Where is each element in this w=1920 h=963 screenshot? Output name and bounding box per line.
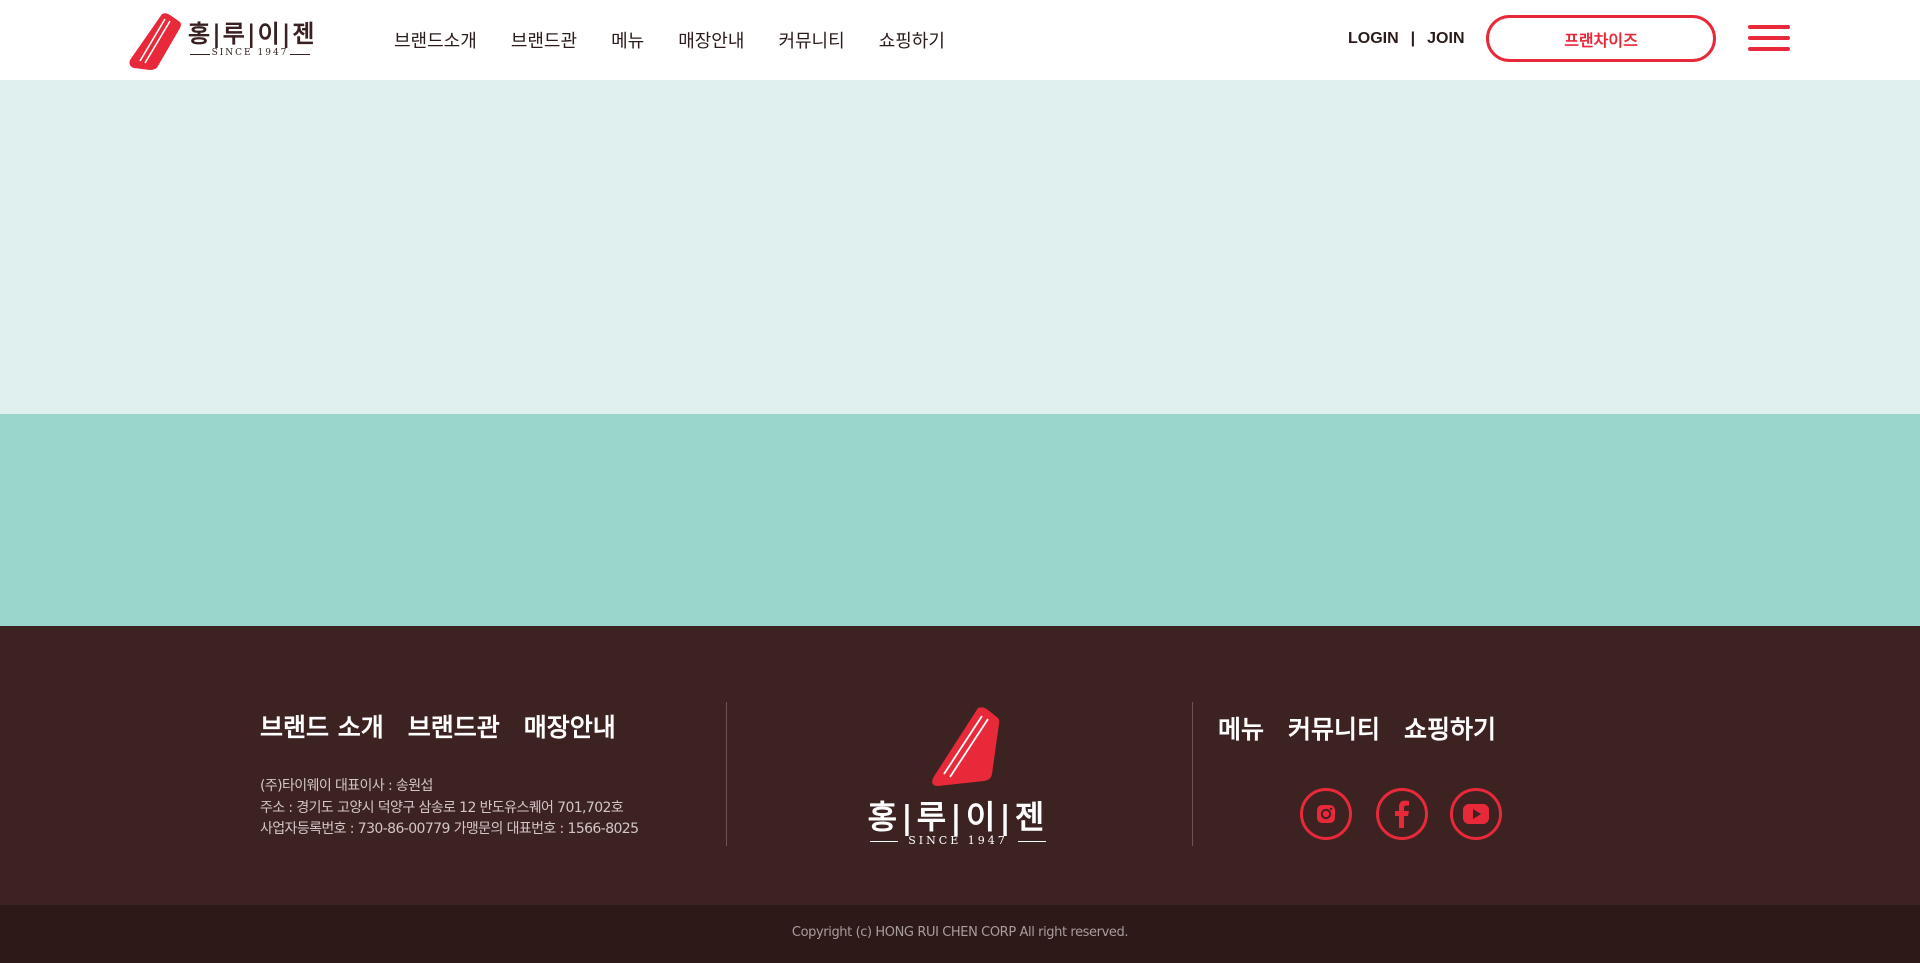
auth-links: LOGIN | JOIN <box>1348 0 1465 78</box>
login-link[interactable]: LOGIN <box>1348 30 1399 48</box>
nav-item-brand-hall[interactable]: 브랜드관 <box>511 27 577 53</box>
instagram-icon[interactable] <box>1300 788 1352 840</box>
brand-logo[interactable]: 홍|루|이|젠 SINCE 1947 <box>128 12 315 70</box>
nav-item-stores[interactable]: 매장안내 <box>678 27 744 53</box>
facebook-icon[interactable] <box>1376 788 1428 840</box>
sandwich-logo-icon <box>129 13 181 70</box>
hamburger-icon[interactable] <box>1748 25 1790 53</box>
join-link[interactable]: JOIN <box>1427 30 1464 48</box>
sandwich-logo-icon <box>932 707 1000 786</box>
company-info: (주)타이웨이 대표이사 : 송원섭 주소 : 경기도 고양시 덕양구 삼송로 … <box>260 776 639 841</box>
nav-item-brand-intro[interactable]: 브랜드소개 <box>394 27 477 53</box>
company-info-address: 주소 : 경기도 고양시 덕양구 삼송로 12 반도유스퀘어 701,702호 <box>260 799 624 816</box>
footer-logo-text: 홍|루|이|젠 <box>867 798 1049 836</box>
brand-logo-since: SINCE 1947 <box>190 48 310 58</box>
nav-item-menu[interactable]: 메뉴 <box>611 27 644 53</box>
company-info-registration: 사업자등록번호 : 730-86-00779 가맹문의 대표번호 : 1566-… <box>260 821 639 837</box>
nav-item-community[interactable]: 커뮤니티 <box>778 27 844 53</box>
footer-link-shopping[interactable]: 쇼핑하기 <box>1404 710 1496 746</box>
footer-link-brand-intro[interactable]: 브랜드 소개 <box>260 708 384 744</box>
franchise-button[interactable]: 프랜차이즈 <box>1486 15 1716 62</box>
footer-logo: 홍|루|이|젠 SINCE 1947 <box>866 706 1050 856</box>
company-info-ceo: (주)타이웨이 대표이사 : 송원섭 <box>260 778 433 794</box>
footer-link-stores[interactable]: 매장안내 <box>524 708 616 744</box>
site-header: 홍|루|이|젠 SINCE 1947 브랜드소개 브랜드관 메뉴 매장안내 커뮤… <box>0 0 1920 80</box>
footer-link-community[interactable]: 커뮤니티 <box>1288 710 1380 746</box>
footer-links-right: 메뉴 커뮤니티 쇼핑하기 <box>1218 710 1520 746</box>
footer-divider-right <box>1192 702 1193 846</box>
footer-link-menu[interactable]: 메뉴 <box>1218 710 1264 746</box>
copyright-bar: Copyright (c) HONG RUI CHEN CORP All rig… <box>0 905 1920 963</box>
footer-logo-since: SINCE 1947 <box>870 834 1046 847</box>
copyright-text: Copyright (c) HONG RUI CHEN CORP All rig… <box>791 925 1129 940</box>
main-nav: 브랜드소개 브랜드관 메뉴 매장안내 커뮤니티 쇼핑하기 <box>394 0 979 80</box>
brand-logo-text: 홍|루|이|젠 <box>188 19 317 48</box>
auth-separator: | <box>1410 30 1416 47</box>
nav-item-shopping[interactable]: 쇼핑하기 <box>879 27 945 53</box>
content-band-light <box>0 80 1920 414</box>
footer-divider-left <box>726 702 727 846</box>
site-footer: 브랜드 소개 브랜드관 매장안내 (주)타이웨이 대표이사 : 송원섭 주소 :… <box>0 626 1920 905</box>
youtube-icon[interactable] <box>1450 788 1502 840</box>
content-band-mint <box>0 414 1920 626</box>
footer-links-left: 브랜드 소개 브랜드관 매장안내 <box>260 708 640 744</box>
footer-link-brand-hall[interactable]: 브랜드관 <box>408 708 500 744</box>
